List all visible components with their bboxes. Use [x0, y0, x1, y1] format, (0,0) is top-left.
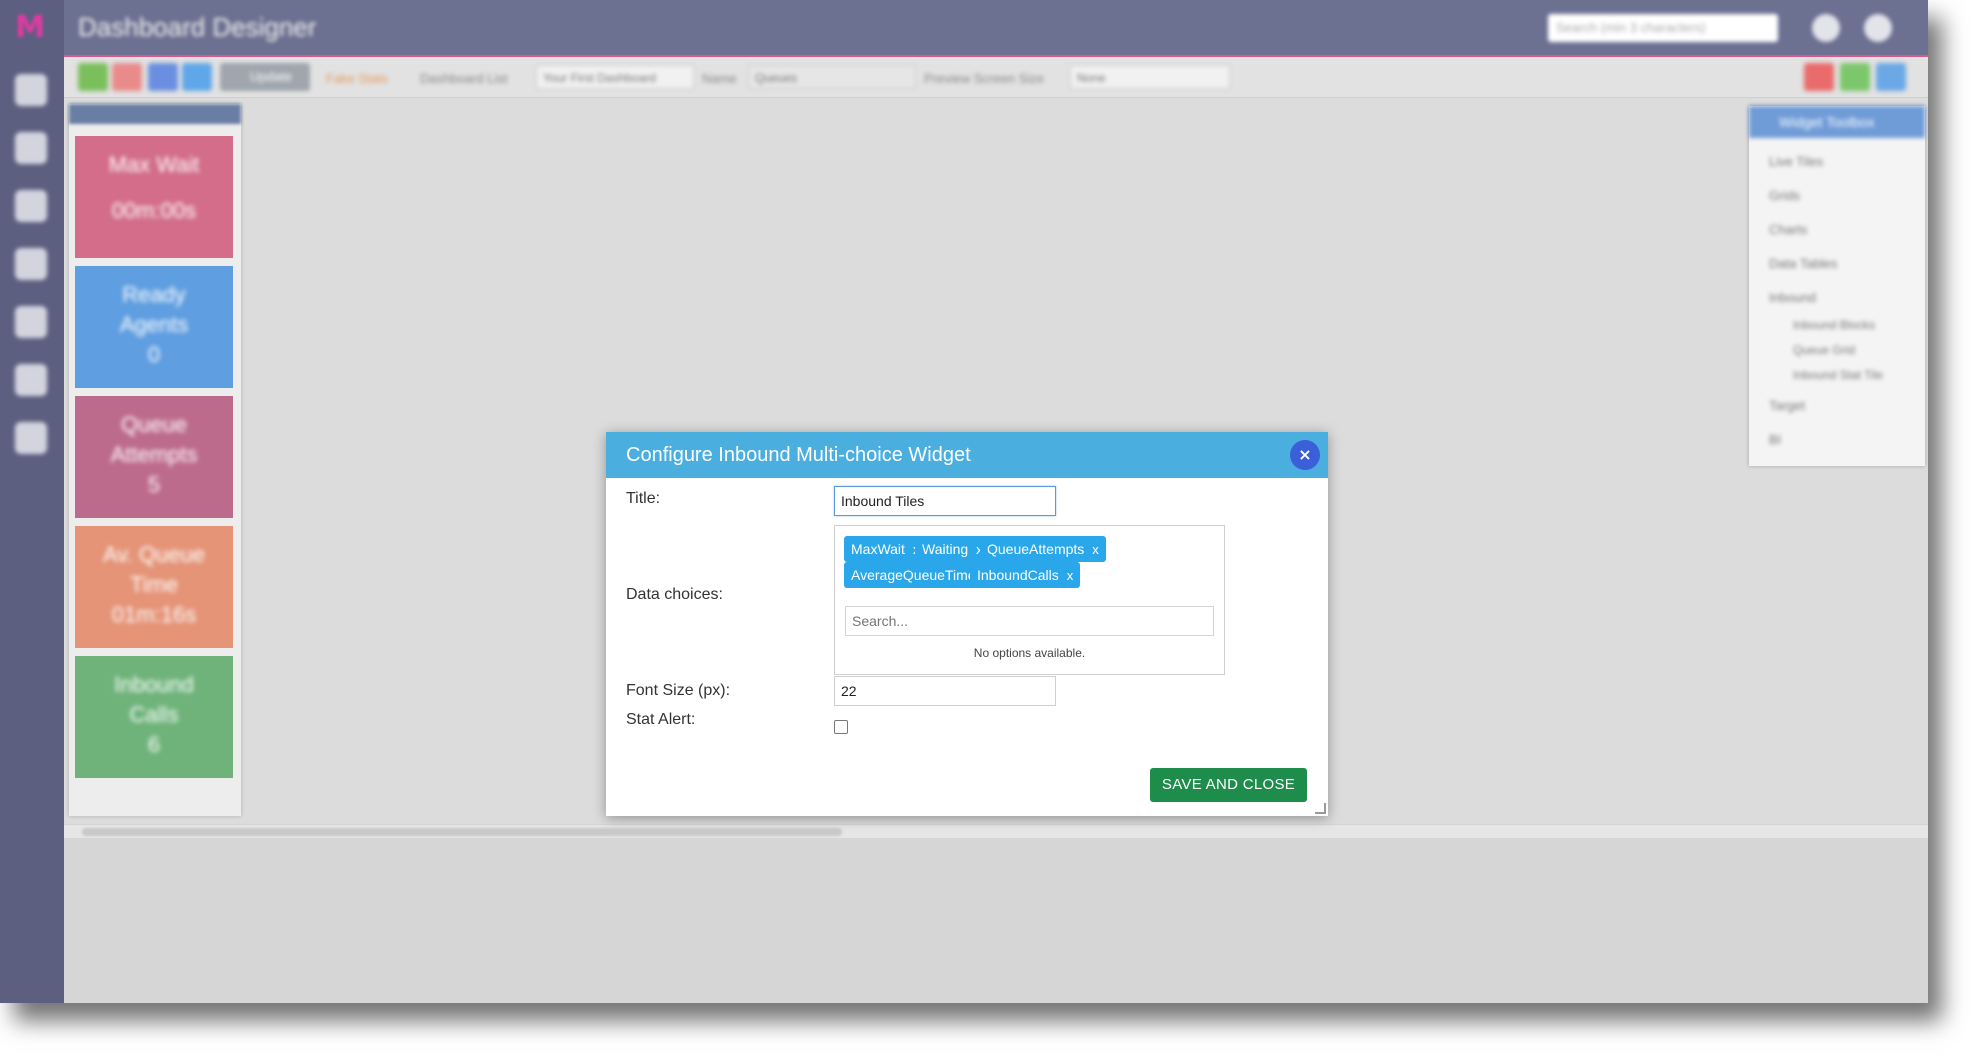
copy-icon[interactable] — [182, 63, 212, 91]
stat-alert-checkbox[interactable] — [834, 720, 848, 734]
app-title: Dashboard Designer — [78, 12, 317, 42]
chip-queueattempts: QueueAttempts x — [980, 536, 1106, 562]
name-label: Name — [702, 71, 737, 86]
font-size-label: Font Size (px): — [626, 682, 731, 699]
widget-toolbox: Widget Toolbox Live Tiles Grids Charts D… — [1749, 106, 1925, 466]
help-icon[interactable] — [1812, 14, 1840, 42]
global-search-input[interactable]: Search (min 3 characters) — [1548, 14, 1778, 42]
toolbox-item-charts[interactable]: Charts — [1769, 222, 1807, 237]
dashboard-name-input[interactable]: Queues — [748, 65, 916, 89]
horizontal-scrollbar[interactable] — [64, 824, 1928, 839]
inbound-tiles-widget[interactable]: Max Wait 00m:00s Ready Agents 0 Queue At… — [69, 104, 241, 816]
chip-remove-inboundcalls[interactable]: x — [1067, 568, 1074, 583]
title-label: Title: — [626, 490, 661, 507]
scrollbar-thumb[interactable] — [82, 828, 842, 836]
dashboard-list-label: Dashboard List — [420, 71, 508, 86]
toolbox-subitem-inbound-blocks[interactable]: Inbound Blocks — [1793, 318, 1875, 332]
report-icon[interactable] — [15, 364, 47, 396]
tile-max-wait: Max Wait 00m:00s — [75, 136, 233, 258]
chip-remove-queueattempts[interactable]: x — [1092, 542, 1099, 557]
preview-size-label: Preview Screen Size — [924, 71, 1044, 86]
stat-alert-label: Stat Alert: — [626, 711, 696, 728]
no-options-message: No options available. — [973, 646, 1086, 660]
preview-size-select[interactable]: None — [1070, 65, 1230, 89]
close-button[interactable]: × — [1290, 440, 1320, 470]
tile-ready-agents: Ready Agents 0 — [75, 266, 233, 388]
left-sidebar: M — [0, 0, 64, 1003]
dashboard-gauge-icon[interactable] — [15, 190, 47, 222]
settings-gears-icon[interactable] — [15, 422, 47, 454]
resize-handle[interactable] — [1315, 803, 1326, 814]
app-window: M Dashboard Designer Search (min 3 chara… — [0, 0, 1928, 1003]
data-choices-label: Data choices: — [626, 586, 723, 603]
designer-toolbar: Update Fake Stats Dashboard List Your Fi… — [64, 57, 1928, 98]
new-document-icon[interactable] — [148, 63, 178, 91]
toolbox-item-data-tables[interactable]: Data Tables — [1769, 256, 1837, 271]
user-avatar[interactable] — [1864, 14, 1892, 42]
database-icon[interactable] — [15, 248, 47, 280]
update-button[interactable]: Update — [220, 63, 310, 91]
home-icon[interactable] — [15, 74, 47, 106]
pdf-export-icon[interactable] — [1804, 63, 1834, 91]
tile-queue-attempts: Queue Attempts 5 — [75, 396, 233, 518]
title-input[interactable] — [834, 486, 1056, 516]
toolbox-title: Widget Toolbox — [1749, 106, 1925, 138]
fake-stats-checkbox[interactable]: Fake Stats — [326, 71, 388, 86]
data-choices-multiselect[interactable]: MaxWaitx Waitingx QueueAttemptsx Average… — [834, 525, 1225, 675]
toolbox-item-inbound[interactable]: Inbound — [1769, 290, 1816, 305]
toolbox-item-bi[interactable]: BI — [1769, 432, 1781, 447]
tile-avg-queue-time: Av. Queue Time 01m:16s — [75, 526, 233, 648]
toolbox-item-grids[interactable]: Grids — [1769, 188, 1800, 203]
chip-inboundcalls: InboundCalls x — [970, 562, 1081, 588]
sliders-icon[interactable] — [15, 132, 47, 164]
brand-logo-icon: M — [15, 10, 45, 45]
canvas-bottom-area — [64, 838, 1928, 1003]
chip-waiting: Waitingx — [915, 536, 990, 562]
font-size-input[interactable] — [834, 676, 1056, 706]
building-icon[interactable] — [15, 306, 47, 338]
toolbox-item-live-tiles[interactable]: Live Tiles — [1769, 154, 1823, 169]
delete-icon[interactable] — [112, 63, 142, 91]
dialog-header: Configure Inbound Multi-choice Widget × — [606, 432, 1328, 478]
toolbox-subitem-inbound-stat-tile[interactable]: Inbound Stat Tile — [1793, 368, 1883, 382]
configure-widget-dialog: Configure Inbound Multi-choice Widget × … — [606, 432, 1328, 816]
widget-header[interactable] — [69, 104, 241, 124]
save-and-close-button[interactable]: SAVE AND CLOSE — [1150, 768, 1307, 802]
tile-inbound-calls: Inbound Calls 6 — [75, 656, 233, 778]
dashboard-list-select[interactable]: Your First Dashboard — [536, 65, 694, 89]
layout-list-icon[interactable] — [1876, 63, 1906, 91]
toolbox-item-target[interactable]: Target — [1769, 398, 1805, 413]
dialog-title: Configure Inbound Multi-choice Widget — [626, 444, 971, 466]
toolbox-subitem-queue-grid[interactable]: Queue Grid — [1793, 343, 1855, 357]
m-mode-icon[interactable] — [1840, 63, 1870, 91]
save-icon[interactable] — [78, 63, 108, 91]
data-choices-search-input[interactable] — [845, 606, 1214, 636]
